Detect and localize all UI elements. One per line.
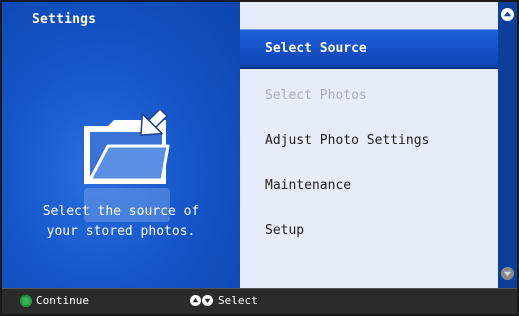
settings-menu: Select Source Select Photos Adjust Photo… [240, 2, 498, 288]
menu-item-select-source[interactable]: Select Source [240, 29, 498, 69]
continue-label: Continue [36, 294, 89, 307]
up-down-arrows-icon [190, 295, 214, 306]
menu-item-maintenance[interactable]: Maintenance [240, 165, 498, 205]
panel-title: Settings [32, 12, 97, 27]
menu-item-setup[interactable]: Setup [240, 210, 498, 250]
scroll-down-icon[interactable] [501, 267, 514, 280]
panel-description: Select the source of your stored photos. [2, 202, 240, 242]
select-label: Select [218, 294, 258, 307]
up-arrow-icon [190, 295, 201, 306]
select-hint: Select [190, 294, 258, 307]
description-line-2: your stored photos. [46, 224, 196, 239]
info-panel: Settings Select the source of your store… [2, 2, 240, 288]
ok-button-icon [20, 294, 32, 307]
screen: Settings Select the source of your store… [2, 2, 517, 314]
button-hint-bar: Continue Select [2, 288, 517, 314]
description-line-1: Select the source of [42, 204, 200, 219]
scroll-up-icon[interactable] [501, 8, 514, 21]
menu-scrollbar[interactable] [498, 2, 517, 288]
continue-hint: Continue [20, 294, 89, 307]
menu-item-select-photos: Select Photos [265, 87, 367, 103]
menu-item-adjust-photo-settings[interactable]: Adjust Photo Settings [240, 120, 498, 160]
down-arrow-icon [202, 295, 213, 306]
folder-with-arrow-icon [78, 107, 178, 208]
